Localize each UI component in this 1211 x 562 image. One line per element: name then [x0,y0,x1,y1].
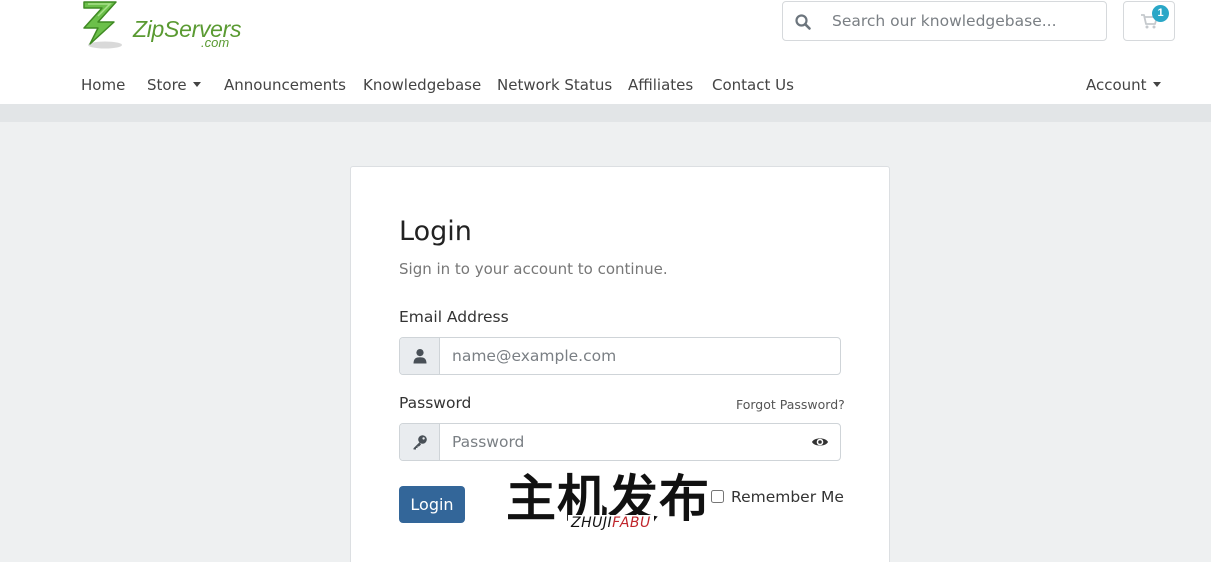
cart-count-badge: 1 [1152,5,1169,22]
password-input-group [399,423,841,461]
email-field[interactable] [441,338,801,374]
nav-item-knowledgebase[interactable]: Knowledgebase [363,76,481,94]
chevron-down-icon [1152,82,1161,87]
lightning-bolt-icon [83,1,122,49]
nav-item-announcements[interactable]: Announcements [224,76,346,94]
search-icon[interactable] [794,13,812,31]
forgot-password-link[interactable]: Forgot Password? [736,397,845,412]
password-field[interactable] [441,424,801,460]
nav-item-store-label: Store [147,76,187,94]
email-input-group [399,337,841,375]
email-addon [400,338,440,374]
breadcrumb-strip [0,104,1211,122]
key-icon [413,435,427,450]
password-addon [400,424,440,460]
site-logo[interactable]: ZipServers .com [78,0,242,56]
watermark-subtext: ZHUJIFABU [568,515,654,531]
password-label: Password [399,394,472,412]
search-input[interactable] [823,3,1103,39]
remember-me-label: Remember Me [731,488,844,506]
knowledgebase-search [782,1,1107,41]
page-subtitle: Sign in to your account to continue. [399,260,668,278]
main-nav: Home Store Announcements Knowledgebase N… [0,70,1211,100]
watermark-sub-red: FABU [612,515,651,531]
logo-suffix: .com [201,35,230,50]
email-label: Email Address [399,308,509,326]
remember-me-checkbox[interactable] [711,490,724,503]
login-button[interactable]: Login [399,486,465,523]
user-icon [413,349,427,364]
cart-button[interactable]: 1 [1123,1,1175,41]
site-header: ZipServers .com 1 Home Store Announcemen… [0,0,1211,104]
watermark-sub-black: ZHUJI [571,515,613,531]
nav-item-affiliates[interactable]: Affiliates [628,76,693,94]
nav-item-store[interactable]: Store [147,76,201,94]
login-card: Login Sign in to your account to continu… [350,166,890,562]
nav-item-contact-us[interactable]: Contact Us [712,76,794,94]
nav-item-home[interactable]: Home [81,76,125,94]
eye-icon[interactable] [811,435,829,449]
chevron-down-icon [192,82,201,87]
watermark-overlay: 主机发布 ZHUJIFABU [506,469,709,533]
page-title: Login [399,216,472,247]
nav-item-account-label: Account [1086,76,1147,94]
nav-item-account[interactable]: Account [1086,76,1161,94]
nav-item-network-status[interactable]: Network Status [497,76,612,94]
